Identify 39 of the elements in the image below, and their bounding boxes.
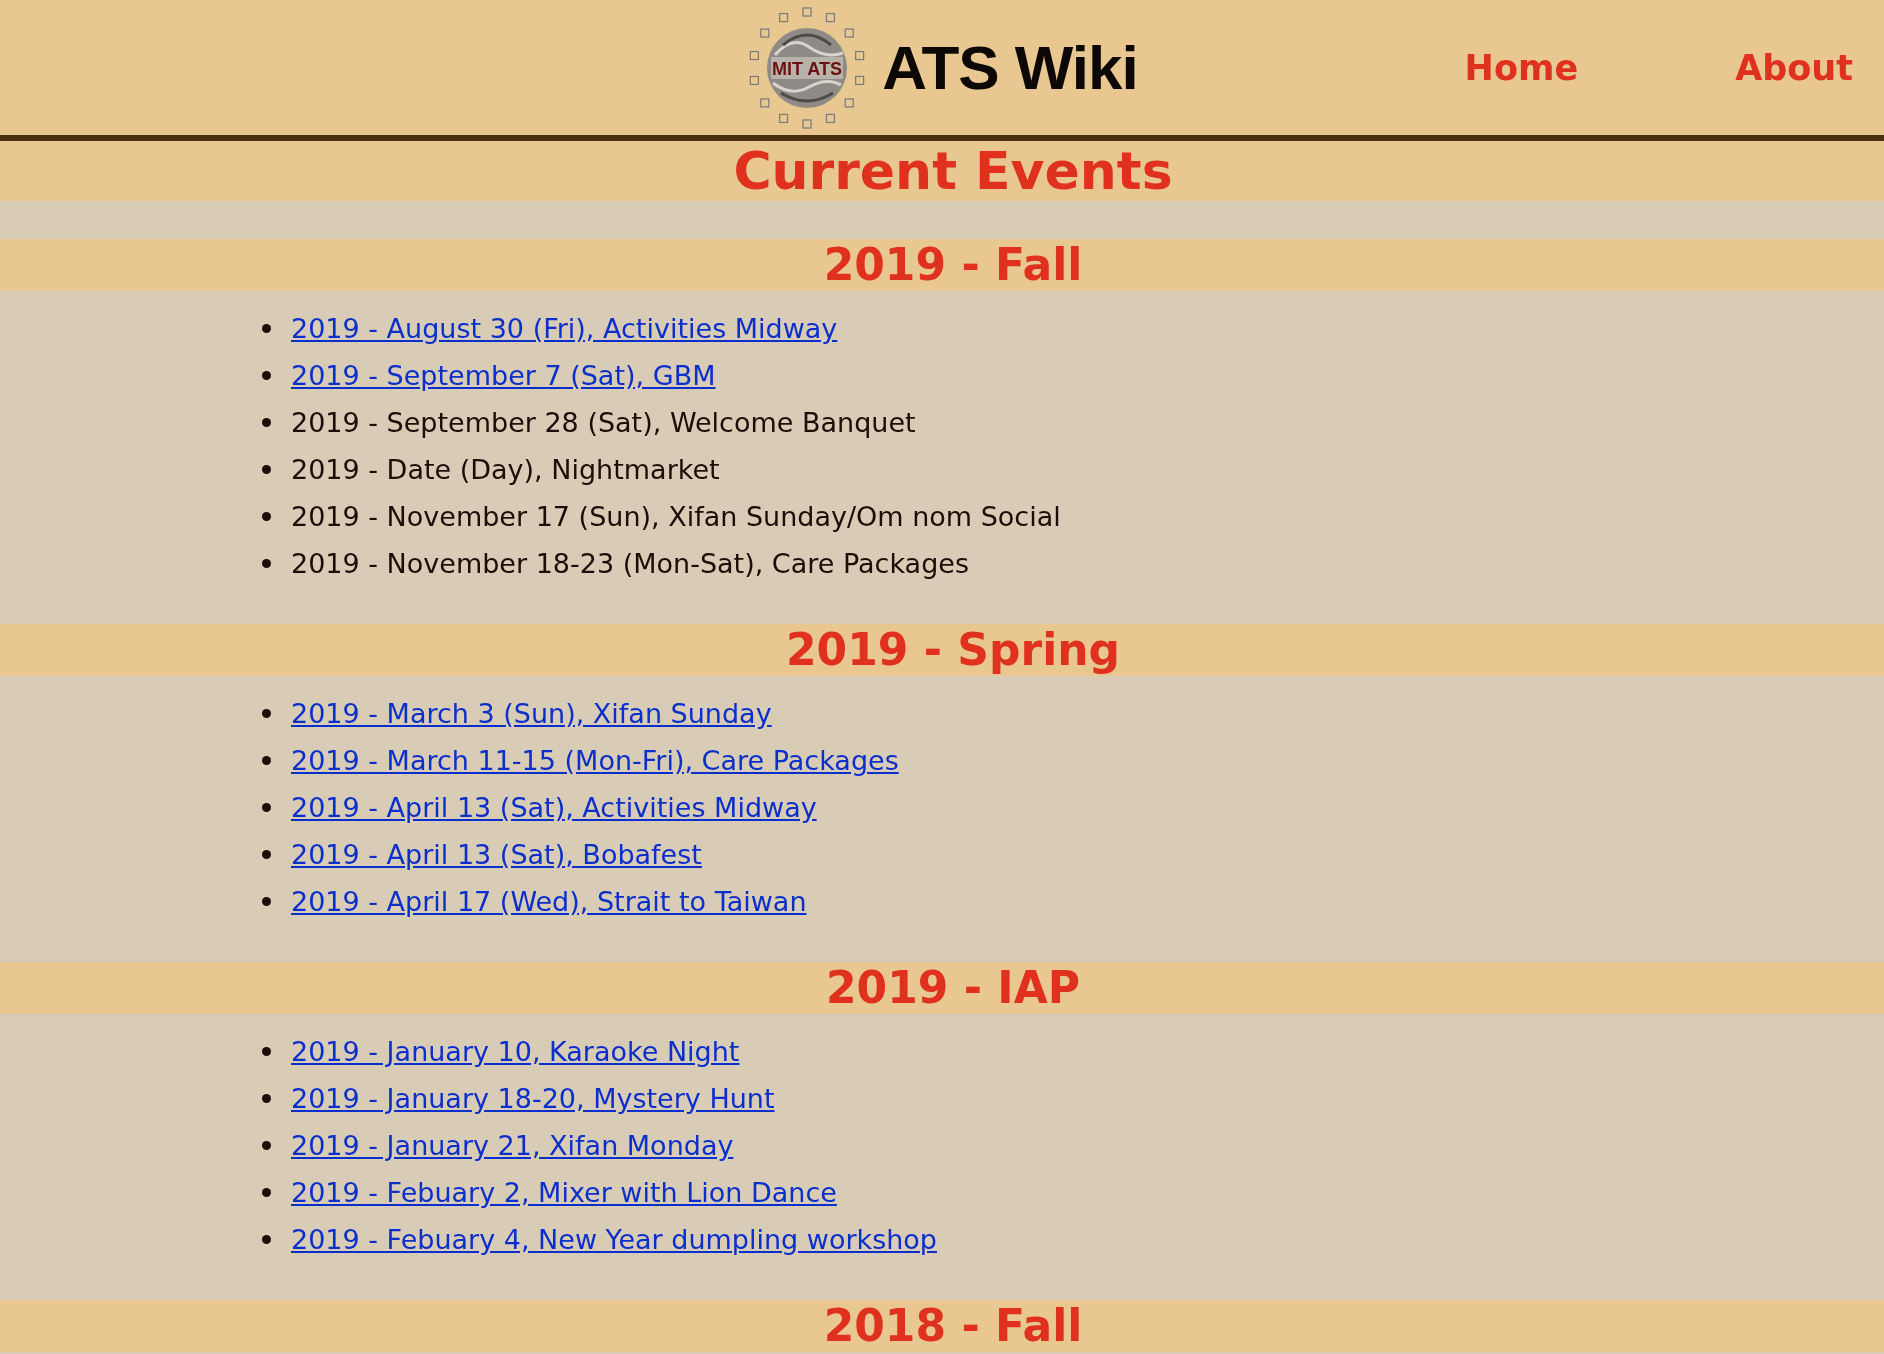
event-link[interactable]: 2019 - January 18-20, Mystery Hunt: [291, 1083, 775, 1114]
event-link[interactable]: 2019 - January 10, Karaoke Night: [291, 1036, 740, 1067]
site-title: ATS Wiki: [882, 32, 1138, 103]
bullet-icon: [262, 418, 271, 427]
event-link[interactable]: 2019 - Febuary 4, New Year dumpling workshop: [291, 1224, 937, 1255]
event-link[interactable]: 2019 - April 13 (Sat), Bobafest: [291, 839, 702, 870]
bullet-icon: [262, 1094, 271, 1103]
bullet-icon: [262, 1188, 271, 1197]
section-heading: 2019 - Spring: [0, 624, 1884, 676]
event-link[interactable]: 2019 - April 17 (Wed), Strait to Taiwan: [291, 886, 807, 917]
event-link[interactable]: 2019 - January 21, Xifan Monday: [291, 1130, 734, 1161]
event-link[interactable]: 2019 - March 11-15 (Mon-Fri), Care Packages: [291, 745, 899, 776]
section-heading: 2018 - Fall: [0, 1300, 1884, 1352]
bullet-icon: [262, 1235, 271, 1244]
bullet-icon: [262, 512, 271, 521]
event-text: 2019 - November 17 (Sun), Xifan Sunday/Om nom Social: [291, 501, 1061, 532]
bullet-icon: [262, 756, 271, 765]
page-title: Current Events: [0, 141, 1884, 201]
event-text: 2019 - Date (Day), Nightmarket: [291, 454, 720, 485]
bullet-icon: [262, 465, 271, 474]
emblem-logo: MIT ATS: [746, 4, 869, 131]
event-link[interactable]: 2019 - August 30 (Fri), Activities Midway: [291, 313, 838, 344]
bullet-icon: [262, 709, 271, 718]
section-heading: 2019 - Fall: [0, 239, 1884, 291]
bullet-icon: [262, 803, 271, 812]
bullet-icon: [262, 559, 271, 568]
bullet-icon: [262, 324, 271, 333]
event-link[interactable]: 2019 - March 3 (Sun), Xifan Sunday: [291, 698, 772, 729]
section-heading: 2019 - IAP: [0, 962, 1884, 1014]
bullet-icon: [262, 1047, 271, 1056]
bullet-icon: [262, 850, 271, 859]
event-text: 2019 - September 28 (Sat), Welcome Banquet: [291, 407, 916, 438]
event-link[interactable]: 2019 - April 13 (Sat), Activities Midway: [291, 792, 817, 823]
event-link[interactable]: 2019 - Febuary 2, Mixer with Lion Dance: [291, 1177, 837, 1208]
event-text: 2019 - November 18-23 (Mon-Sat), Care Packages: [291, 548, 969, 579]
event-link[interactable]: 2019 - September 7 (Sat), GBM: [291, 360, 716, 391]
bullet-icon: [262, 371, 271, 380]
bullet-icon: [262, 1141, 271, 1150]
bullet-icon: [262, 897, 271, 906]
